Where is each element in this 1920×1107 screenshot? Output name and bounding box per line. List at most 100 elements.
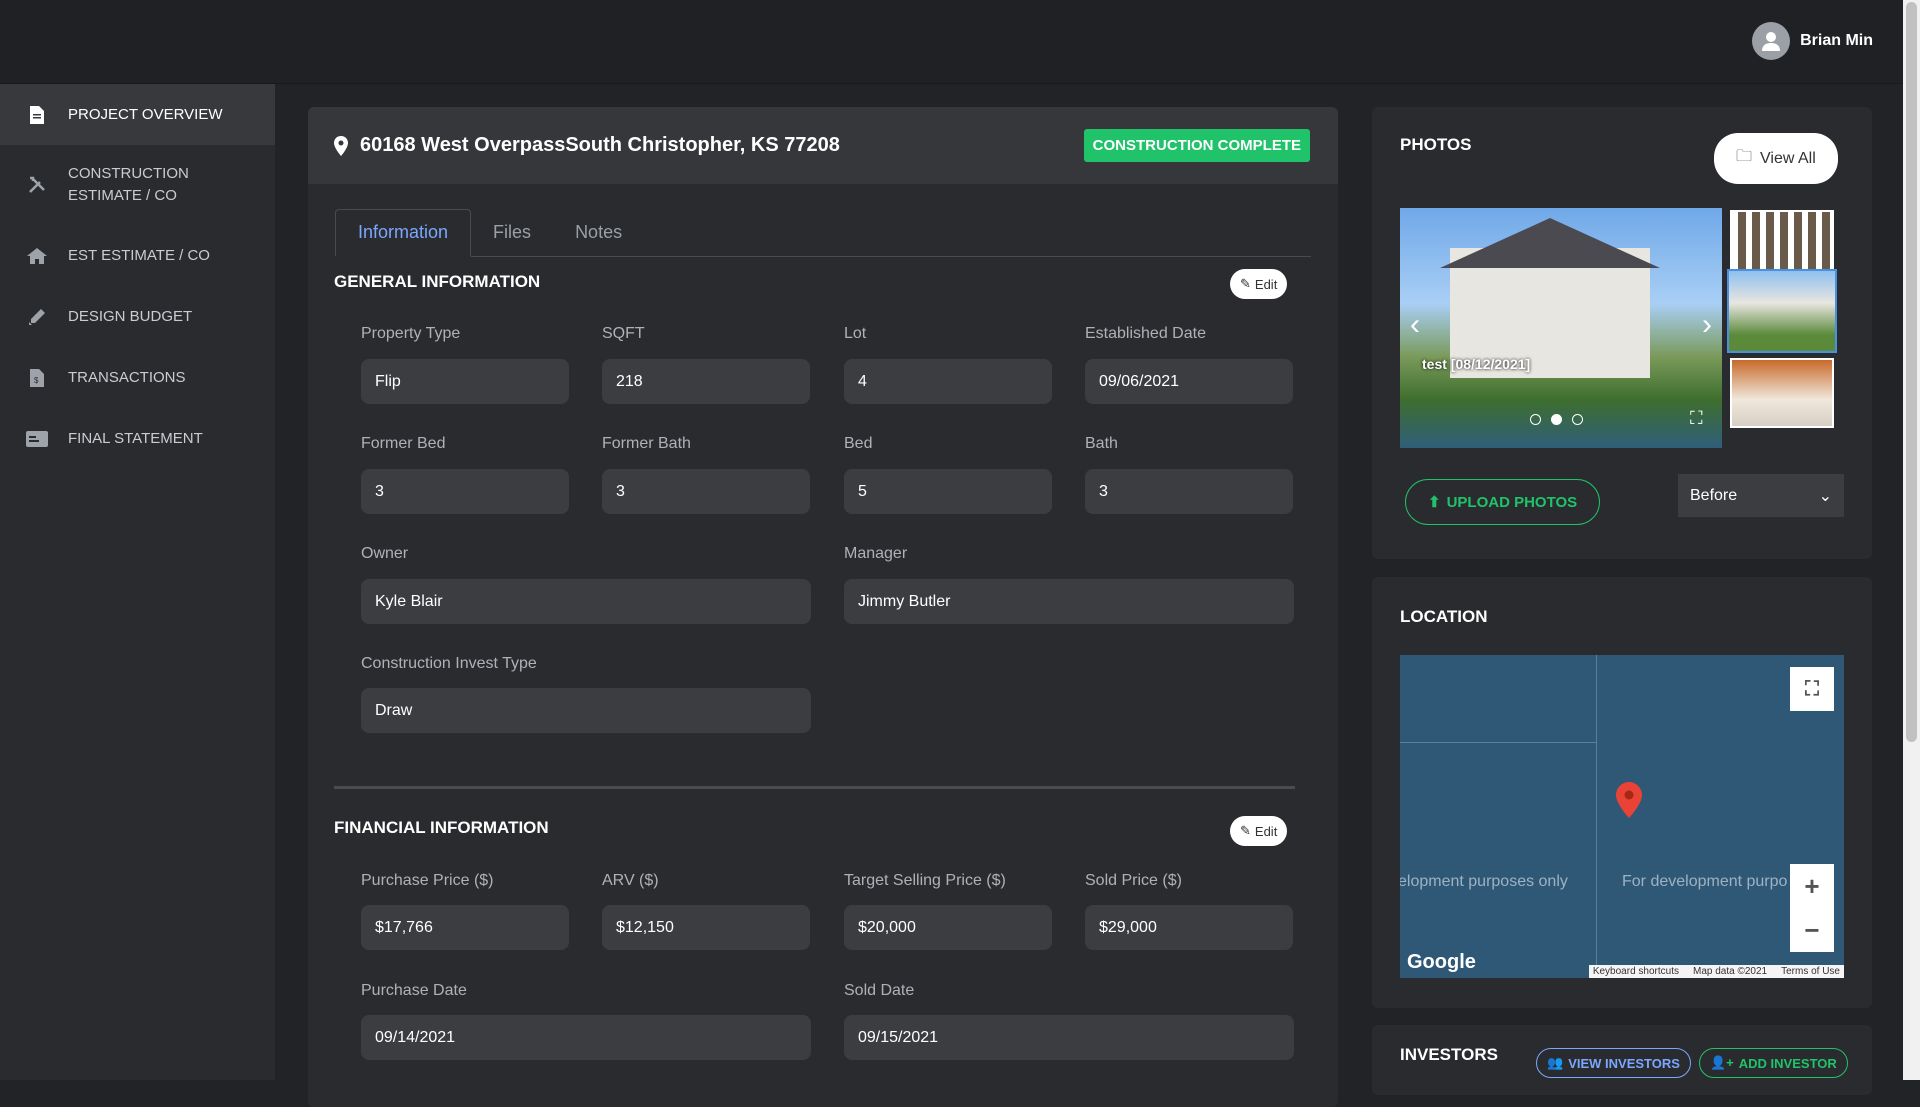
zoom-out-button[interactable]: − — [1790, 908, 1834, 952]
upload-icon: ⬆ — [1428, 494, 1441, 511]
field-label: Sold Date — [844, 982, 915, 999]
photos-card: PHOTOS 🗀 View All ‹ › test [08/12/2021] ⛶… — [1372, 107, 1872, 559]
top-bar: Brian Min — [0, 0, 1903, 84]
sold-date-field[interactable]: 09/15/2021 — [844, 1015, 1294, 1060]
photo-carousel[interactable]: ‹ › test [08/12/2021] ⛶ — [1400, 208, 1722, 448]
page-scrollbar[interactable] — [1903, 0, 1920, 1080]
construction-invest-type-field[interactable]: Draw — [361, 688, 811, 733]
sidebar-item-label: CONSTRUCTION ESTIMATE / CO — [68, 163, 189, 207]
field-label: Property Type — [361, 325, 461, 342]
sidebar-item-est-estimate[interactable]: EST ESTIMATE / CO — [0, 225, 275, 286]
filter-value: Before — [1690, 486, 1738, 504]
map[interactable]: elopment purposes only For development p… — [1400, 655, 1844, 978]
map-road — [1400, 742, 1596, 743]
upload-photos-button[interactable]: ⬆ UPLOAD PHOTOS — [1405, 479, 1601, 525]
manager-field[interactable]: Jimmy Butler — [844, 579, 1294, 624]
map-marker-icon[interactable] — [1616, 782, 1642, 818]
property-type-field[interactable]: Flip — [361, 359, 569, 404]
avatar[interactable] — [1752, 22, 1791, 60]
view-all-button[interactable]: 🗀 View All — [1714, 133, 1838, 184]
target-selling-price-field[interactable]: $20,000 — [844, 905, 1052, 950]
map-pin-icon — [334, 135, 348, 156]
edit-financial-button[interactable]: ✎ Edit — [1230, 816, 1288, 846]
field-label: Established Date — [1085, 325, 1206, 342]
add-investor-button[interactable]: 👤+ ADD INVESTOR — [1699, 1048, 1848, 1078]
user-menu[interactable]: Brian Min — [1752, 22, 1873, 60]
field-label: SQFT — [602, 325, 645, 342]
users-icon: 👥 — [1547, 1055, 1564, 1070]
tools-icon — [26, 176, 48, 194]
sidebar-item-label: FINAL STATEMENT — [68, 430, 203, 447]
carousel-dot-active[interactable] — [1551, 414, 1562, 425]
photo-filter-select[interactable]: Before ⌄ — [1678, 474, 1844, 517]
section-divider — [334, 786, 1295, 789]
scrollbar-thumb[interactable] — [1906, 2, 1917, 742]
owner-field[interactable]: Kyle Blair — [361, 579, 811, 624]
folder-icon: 🗀 — [1736, 148, 1753, 165]
money-check-icon — [26, 430, 48, 447]
sidebar-item-construction-estimate[interactable]: CONSTRUCTION ESTIMATE / CO — [0, 145, 275, 225]
purchase-date-field[interactable]: 09/14/2021 — [361, 1015, 811, 1060]
sidebar-item-project-overview[interactable]: PROJECT OVERVIEW — [0, 84, 275, 145]
sidebar-item-label-line1: CONSTRUCTION — [68, 165, 189, 182]
sold-price-field[interactable]: $29,000 — [1085, 905, 1293, 950]
photo-thumbnail-active[interactable] — [1727, 269, 1837, 353]
tab-information[interactable]: Information — [335, 209, 472, 257]
investors-title: INVESTORS — [1400, 1045, 1498, 1064]
sidebar-item-label: DESIGN BUDGET — [68, 308, 193, 325]
field-label: Owner — [361, 545, 409, 562]
sidebar-item-design-budget[interactable]: DESIGN BUDGET — [0, 286, 275, 347]
sidebar-item-transactions[interactable]: $ TRANSACTIONS — [0, 347, 275, 408]
next-arrow-icon[interactable]: › — [1702, 308, 1712, 342]
tab-notes[interactable]: Notes — [553, 209, 644, 256]
sidebar: PROJECT OVERVIEW CONSTRUCTION ESTIMATE / … — [0, 84, 275, 1080]
chevron-down-icon: ⌄ — [1818, 487, 1832, 505]
terms-link[interactable]: Terms of Use — [1781, 966, 1840, 977]
fullscreen-icon[interactable]: ⛶ — [1690, 408, 1703, 429]
sidebar-item-label: PROJECT OVERVIEW — [68, 106, 223, 123]
section-title: GENERAL INFORMATION — [334, 272, 541, 291]
zoom-in-button[interactable]: + — [1790, 864, 1834, 908]
sidebar-item-label: TRANSACTIONS — [68, 369, 186, 386]
edit-general-button[interactable]: ✎ Edit — [1230, 269, 1288, 299]
pencil-icon: ✎ — [1240, 823, 1251, 838]
pencil-icon: ✎ — [1240, 276, 1251, 291]
former-bed-field[interactable]: 3 — [361, 469, 569, 514]
sidebar-item-label-line2: ESTIMATE / CO — [68, 187, 177, 204]
established-date-field[interactable]: 09/06/2021 — [1085, 359, 1293, 404]
map-dev-text: elopment purposes only — [1400, 873, 1568, 890]
carousel-dot[interactable] — [1530, 414, 1541, 425]
upload-label: UPLOAD PHOTOS — [1446, 493, 1578, 511]
view-investors-button[interactable]: 👥 VIEW INVESTORS — [1536, 1048, 1691, 1078]
bed-field[interactable]: 5 — [844, 469, 1052, 514]
sidebar-item-final-statement[interactable]: FINAL STATEMENT — [0, 408, 275, 469]
field-label: Construction Invest Type — [361, 655, 537, 672]
sqft-field[interactable]: 218 — [602, 359, 810, 404]
map-fullscreen-icon[interactable]: ⛶ — [1790, 667, 1834, 711]
view-investors-label: VIEW INVESTORS — [1568, 1055, 1680, 1071]
view-all-label: View All — [1760, 149, 1816, 167]
prev-arrow-icon[interactable]: ‹ — [1410, 308, 1420, 342]
photo-thumbnail[interactable] — [1730, 358, 1834, 428]
carousel-dot[interactable] — [1572, 414, 1583, 425]
former-bath-field[interactable]: 3 — [602, 469, 810, 514]
purchase-price-field[interactable]: $17,766 — [361, 905, 569, 950]
pencil-icon — [26, 308, 48, 325]
google-logo: Google — [1407, 951, 1476, 973]
keyboard-shortcuts-link[interactable]: Keyboard shortcuts — [1593, 966, 1679, 977]
map-dev-text: For development purpo — [1622, 873, 1788, 890]
section-title: FINANCIAL INFORMATION — [334, 818, 549, 837]
tab-files[interactable]: Files — [471, 209, 553, 256]
address-text: 60168 West OverpassSouth Christopher, KS… — [360, 134, 840, 156]
document-icon — [26, 105, 48, 124]
bath-field[interactable]: 3 — [1085, 469, 1293, 514]
tab-bar: Information Files Notes — [335, 209, 1311, 257]
field-label: Manager — [844, 545, 908, 562]
lot-field[interactable]: 4 — [844, 359, 1052, 404]
field-label: Lot — [844, 325, 867, 342]
arv-field[interactable]: $12,150 — [602, 905, 810, 950]
user-icon — [1762, 32, 1781, 51]
field-label: Sold Price ($) — [1085, 872, 1182, 889]
user-name: Brian Min — [1800, 32, 1873, 49]
sidebar-item-label: EST ESTIMATE / CO — [68, 247, 210, 264]
